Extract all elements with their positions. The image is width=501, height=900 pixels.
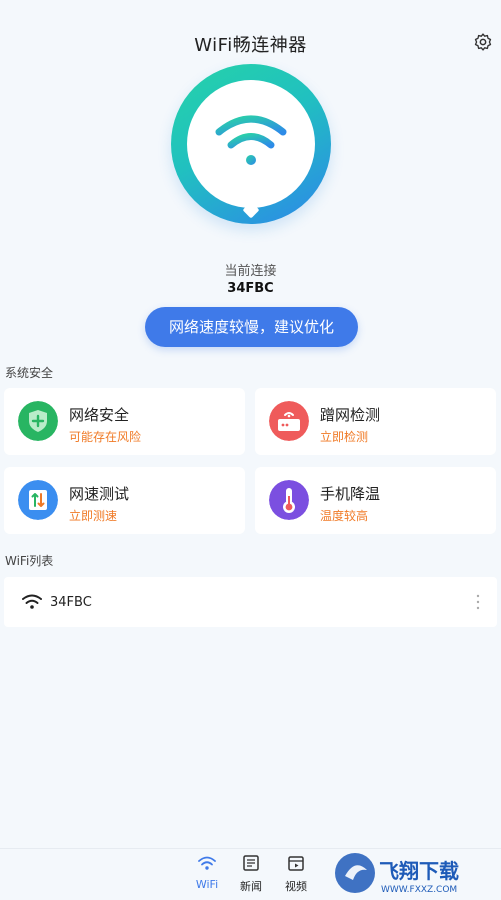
shield-icon	[18, 401, 58, 441]
wifi-list-item[interactable]: 34FBC	[4, 577, 497, 627]
card-title: 手机降温	[320, 485, 381, 503]
nav-label: 新闻	[240, 880, 262, 893]
card-title: 网速测试	[69, 485, 130, 503]
card-speed-test[interactable]: 网速测试 立即测速	[4, 467, 245, 534]
nav-item-video[interactable]: 视频	[276, 853, 316, 894]
wifi-icon	[215, 115, 287, 165]
speed-icon	[18, 480, 58, 520]
nav-label: 视频	[285, 880, 307, 893]
router-icon	[269, 401, 309, 441]
wifi-name: 34FBC	[50, 595, 92, 610]
nav-item-news[interactable]: 新闻	[231, 853, 271, 894]
watermark-text: 飞翔下载	[379, 859, 459, 883]
wifi-nav-icon	[198, 856, 216, 870]
card-subtitle: 可能存在风险	[69, 430, 142, 444]
wifi-list-label: WiFi列表	[5, 554, 54, 568]
card-title: 网络安全	[69, 406, 130, 424]
news-icon	[243, 855, 259, 871]
card-subtitle: 温度较高	[320, 509, 369, 523]
watermark-url: WWW.FXXZ.COM	[381, 885, 457, 895]
more-vertical-icon[interactable]	[475, 593, 481, 611]
card-phone-cooling[interactable]: 手机降温 温度较高	[255, 467, 496, 534]
wifi-signal-icon	[22, 594, 42, 609]
current-connection-label: 当前连接	[224, 264, 277, 279]
video-icon	[288, 856, 304, 871]
card-title: 蹭网检测	[320, 406, 381, 424]
thermometer-icon	[269, 480, 309, 520]
optimize-button[interactable]: 网络速度较慢，建议优化	[145, 307, 358, 347]
card-subtitle: 立即检测	[320, 430, 369, 444]
nav-item-wifi[interactable]: WiFi	[187, 853, 227, 891]
security-section-label: 系统安全	[5, 366, 54, 380]
current-ssid: 34FBC	[227, 281, 274, 296]
wifi-status-hero[interactable]	[171, 64, 331, 224]
card-rubnet-detection[interactable]: 蹭网检测 立即检测	[255, 388, 496, 455]
site-watermark: 飞翔下载 WWW.FXXZ.COM	[333, 850, 493, 896]
card-network-security[interactable]: 网络安全 可能存在风险	[4, 388, 245, 455]
page-title: WiFi畅连神器	[194, 35, 307, 56]
watermark-logo: 飞翔下载 WWW.FXXZ.COM	[335, 853, 459, 895]
card-subtitle: 立即测速	[69, 509, 118, 523]
nav-label: WiFi	[195, 878, 219, 891]
gear-icon[interactable]	[473, 32, 493, 52]
